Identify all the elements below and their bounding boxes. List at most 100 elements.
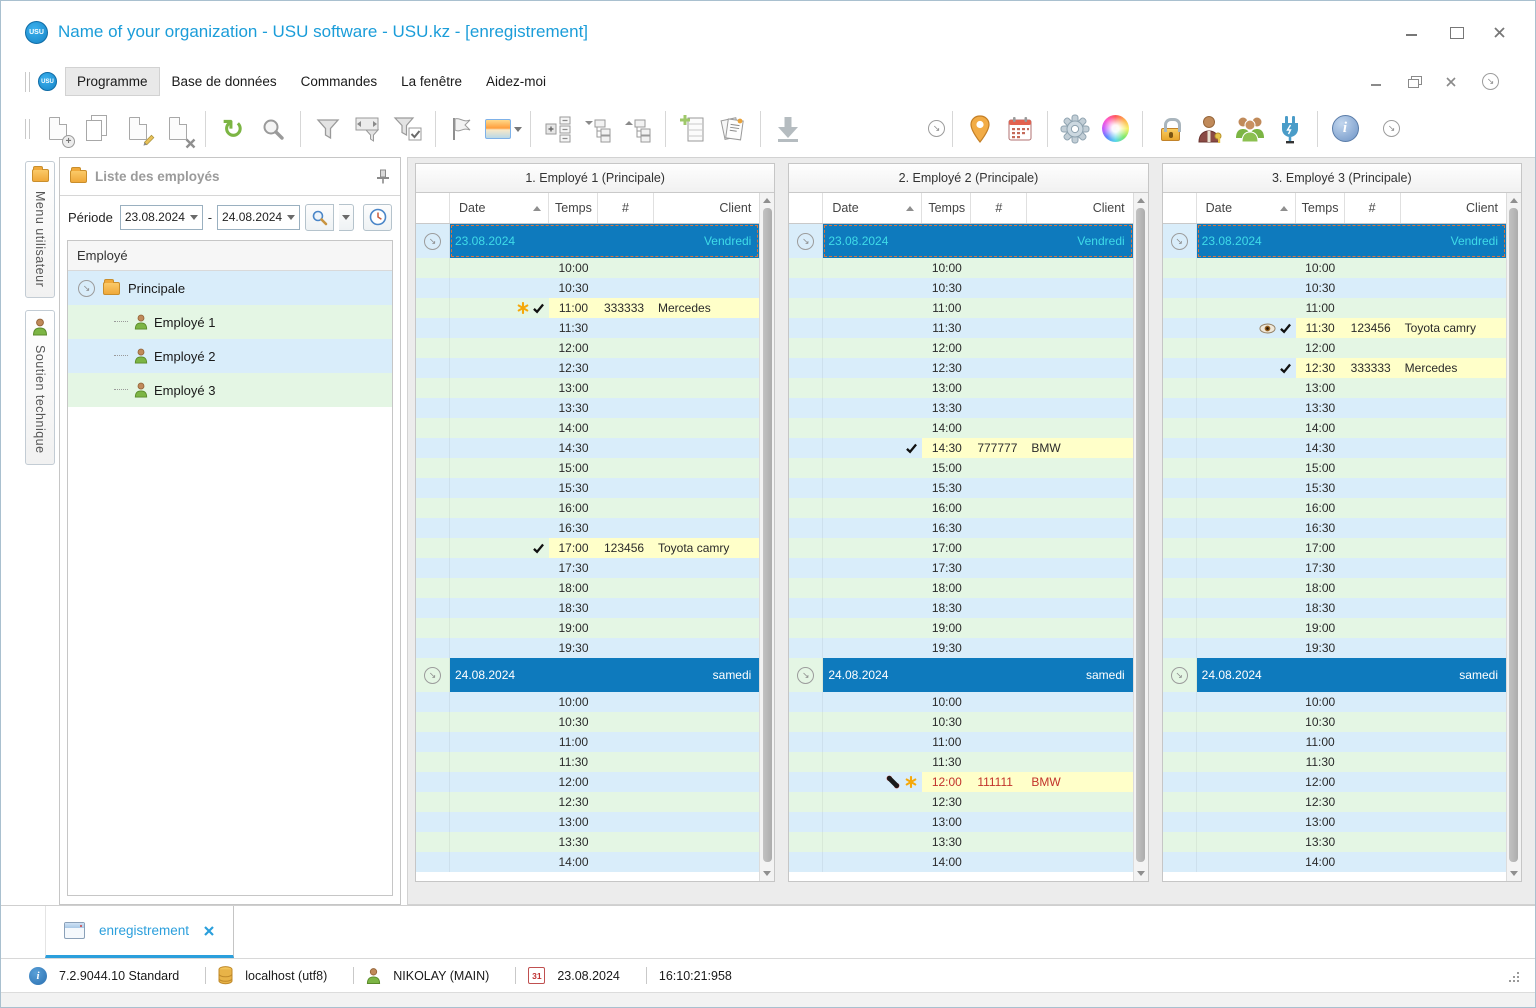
scrollbar-thumb[interactable] bbox=[1136, 208, 1146, 862]
time-slot-row[interactable]: 17:00 bbox=[789, 538, 1133, 558]
time-slot-row[interactable]: 14:00 bbox=[416, 418, 760, 438]
time-slot-row[interactable]: 10:30 bbox=[416, 712, 760, 732]
column-header-client[interactable]: Client bbox=[1401, 193, 1506, 223]
time-slot-row[interactable]: 19:00 bbox=[1162, 618, 1506, 638]
time-slot-row[interactable]: 13:00 bbox=[1162, 378, 1506, 398]
time-slot-row[interactable]: 10:00 bbox=[1162, 258, 1506, 278]
tree-node-employee-3[interactable]: Employé 3 bbox=[68, 373, 392, 407]
time-slot-row[interactable]: 13:00 bbox=[1162, 812, 1506, 832]
collapse-group-icon[interactable]: ↘ bbox=[424, 666, 441, 684]
reports-icon[interactable] bbox=[713, 106, 753, 152]
date-group-header[interactable]: 23.08.2024 Vendredi bbox=[1196, 224, 1506, 258]
time-slot-row[interactable]: 11:00 bbox=[789, 732, 1133, 752]
collapse-group-icon[interactable]: ↘ bbox=[424, 232, 441, 250]
toolbar-overflow-2-icon[interactable]: ↘ bbox=[1383, 120, 1400, 137]
time-slot-row[interactable]: 16:00 bbox=[1162, 498, 1506, 518]
time-slot-row[interactable]: 17:00 bbox=[1162, 538, 1506, 558]
tab-support[interactable]: Soutien technique bbox=[25, 310, 55, 465]
time-slot-row[interactable]: 12:30 bbox=[416, 358, 760, 378]
flag-icon[interactable] bbox=[443, 106, 483, 152]
scroll-down-icon[interactable] bbox=[763, 871, 772, 876]
location-pin-icon[interactable] bbox=[960, 106, 1000, 152]
time-slot-row[interactable]: 13:30 bbox=[789, 832, 1133, 852]
time-slot-row[interactable]: 10:00 bbox=[416, 258, 760, 278]
time-slot-row[interactable]: 18:00 bbox=[416, 578, 760, 598]
date-group-row[interactable]: ↘ 23.08.2024 Vendredi bbox=[1162, 224, 1506, 258]
settings-gear-icon[interactable] bbox=[1055, 106, 1095, 152]
time-slot-row[interactable]: 11:00 333333 Mercedes bbox=[416, 298, 760, 318]
time-slot-row[interactable]: 17:30 bbox=[416, 558, 760, 578]
time-slot-row[interactable]: 10:00 bbox=[789, 258, 1133, 278]
scroll-up-icon[interactable] bbox=[1136, 198, 1145, 203]
mdi-minimize-icon[interactable] bbox=[1371, 76, 1384, 87]
scrollbar-thumb[interactable] bbox=[1509, 208, 1519, 862]
download-icon[interactable] bbox=[768, 106, 808, 152]
color-wheel-icon[interactable] bbox=[1095, 106, 1135, 152]
tree-node-principale[interactable]: ↘ Principale bbox=[68, 271, 392, 305]
toolbar-grip[interactable] bbox=[25, 71, 30, 92]
info-icon[interactable]: i bbox=[1325, 106, 1365, 152]
time-slot-row[interactable]: 14:30 bbox=[1162, 438, 1506, 458]
tab-enregistrement[interactable]: enregistrement bbox=[45, 906, 235, 958]
time-slot-row[interactable]: 15:00 bbox=[416, 458, 760, 478]
time-slot-row[interactable]: 15:30 bbox=[789, 478, 1133, 498]
time-slot-row[interactable]: 13:30 bbox=[1162, 832, 1506, 852]
time-slot-row[interactable]: 11:00 bbox=[789, 298, 1133, 318]
time-slot-row[interactable]: 11:00 bbox=[416, 732, 760, 752]
image-picker-button[interactable] bbox=[483, 106, 523, 152]
date-group-row[interactable]: ↘ 24.08.2024 samedi bbox=[416, 658, 760, 692]
collapse-group-icon[interactable]: ↘ bbox=[797, 232, 815, 250]
maximize-icon[interactable] bbox=[1449, 26, 1464, 39]
scroll-up-icon[interactable] bbox=[763, 198, 772, 203]
time-slot-row[interactable]: 18:30 bbox=[1162, 598, 1506, 618]
time-slot-row[interactable]: 13:30 bbox=[416, 832, 760, 852]
column-header-num[interactable]: # bbox=[598, 193, 654, 223]
time-slot-row[interactable]: 11:30 bbox=[416, 752, 760, 772]
delete-document-button[interactable] bbox=[158, 106, 198, 152]
collapse-group-icon[interactable]: ↘ bbox=[797, 666, 815, 684]
time-slot-row[interactable]: 17:30 bbox=[1162, 558, 1506, 578]
time-slot-row[interactable]: 15:00 bbox=[1162, 458, 1506, 478]
time-slot-row[interactable]: 14:30 bbox=[416, 438, 760, 458]
time-slot-row[interactable]: 12:30 bbox=[789, 792, 1133, 812]
time-slot-row[interactable]: 10:30 bbox=[1162, 278, 1506, 298]
time-slot-row[interactable]: 12:30 bbox=[416, 792, 760, 812]
time-slot-row[interactable]: 15:30 bbox=[1162, 478, 1506, 498]
date-group-row[interactable]: ↘ 24.08.2024 samedi bbox=[1162, 658, 1506, 692]
time-slot-row[interactable]: 11:30 bbox=[789, 318, 1133, 338]
search-button[interactable] bbox=[253, 106, 293, 152]
time-slot-row[interactable]: 13:00 bbox=[789, 812, 1133, 832]
time-slot-row[interactable]: 10:00 bbox=[416, 692, 760, 712]
collapse-group-icon[interactable]: ↘ bbox=[1170, 232, 1188, 250]
column-header-date[interactable]: Date bbox=[450, 193, 549, 223]
time-slot-row[interactable]: 13:00 bbox=[789, 378, 1133, 398]
menu-item-la-fen-tre[interactable]: La fenêtre bbox=[389, 67, 474, 96]
time-slot-row[interactable]: 13:00 bbox=[416, 812, 760, 832]
column-header-num[interactable]: # bbox=[971, 193, 1028, 223]
column-header-date[interactable]: Date bbox=[1197, 193, 1296, 223]
collapse-tree-icon[interactable] bbox=[578, 106, 618, 152]
tree-node-employee-2[interactable]: Employé 2 bbox=[68, 339, 392, 373]
plug-icon[interactable] bbox=[1270, 106, 1310, 152]
expand-nodes-icon[interactable] bbox=[538, 106, 578, 152]
time-slot-row[interactable]: 12:00 bbox=[1162, 338, 1506, 358]
time-slot-row[interactable]: 16:00 bbox=[416, 498, 760, 518]
vertical-scrollbar[interactable] bbox=[1505, 193, 1521, 881]
time-slot-row[interactable]: 10:30 bbox=[789, 278, 1133, 298]
time-slot-row[interactable]: 19:30 bbox=[1162, 638, 1506, 658]
date-group-row[interactable]: ↘ 23.08.2024 Vendredi bbox=[416, 224, 760, 258]
period-to-select[interactable]: 24.08.2024 bbox=[217, 204, 300, 230]
time-slot-row[interactable]: 11:30 bbox=[1162, 752, 1506, 772]
time-slot-row[interactable]: 12:30 333333 Mercedes bbox=[1162, 358, 1506, 378]
menu-overflow-icon[interactable]: ↘ bbox=[1482, 73, 1499, 90]
time-slot-row[interactable]: 10:00 bbox=[1162, 692, 1506, 712]
time-slot-row[interactable]: 18:00 bbox=[1162, 578, 1506, 598]
column-header-temps[interactable]: Temps bbox=[549, 193, 598, 223]
column-header-client[interactable]: Client bbox=[654, 193, 759, 223]
time-slot-row[interactable]: 10:30 bbox=[416, 278, 760, 298]
time-slot-row[interactable]: 18:30 bbox=[416, 598, 760, 618]
time-slot-row[interactable]: 12:00 bbox=[789, 338, 1133, 358]
time-slot-row[interactable]: 14:30 777777 BMW bbox=[789, 438, 1133, 458]
time-slot-row[interactable]: 13:30 bbox=[1162, 398, 1506, 418]
tree-column-header[interactable]: Employé bbox=[68, 241, 392, 271]
